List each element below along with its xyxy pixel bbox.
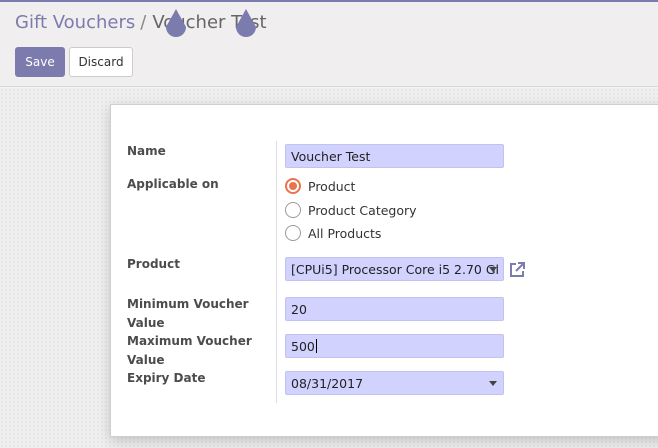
breadcrumb: Gift Vouchers / Voucher Test [15,12,267,33]
radio-product-category[interactable]: Product Category [285,201,417,219]
form-sheet: Name Voucher Test Applicable on Product … [110,104,658,437]
minimum-voucher-value-label: Minimum Voucher Value [127,297,249,330]
control-panel: Gift Vouchers / Voucher Test Save Discard [0,2,658,87]
drop-pin-icon [166,9,186,37]
radio-unchecked-icon[interactable] [285,225,301,241]
expiry-date-field[interactable]: 08/31/2017 [285,371,504,395]
form-background: Name Voucher Test Applicable on Product … [0,88,658,448]
product-label: Product [127,257,180,271]
radio-product[interactable]: Product [285,177,355,195]
label-divider [276,141,277,403]
radio-label: All Products [308,225,382,241]
radio-label: Product [308,178,356,194]
expiry-date-label: Expiry Date [127,371,206,385]
name-field[interactable]: Voucher Test [285,144,504,168]
radio-unchecked-icon[interactable] [285,202,301,218]
maximum-voucher-value-field[interactable]: 500 [285,334,504,358]
breadcrumb-parent-link[interactable]: Gift Vouchers [15,12,135,33]
product-select-value: [CPUi5] Processor Core i5 2.70 Gl [291,262,500,277]
save-button[interactable]: Save [15,47,65,77]
maximum-voucher-value-text: 500 [291,339,315,354]
applicable-on-label: Applicable on [127,177,219,191]
maximum-voucher-value-label: Maximum Voucher Value [127,334,252,367]
discard-button[interactable]: Discard [69,47,133,77]
text-cursor [315,339,317,353]
radio-checked-icon[interactable] [285,178,301,194]
name-label: Name [127,144,166,158]
drop-pin-icon [236,9,256,37]
expiry-date-value: 08/31/2017 [291,376,364,391]
radio-label: Product Category [308,202,417,218]
external-link-icon[interactable] [508,261,526,279]
breadcrumb-separator: / [140,12,147,33]
minimum-voucher-value-field[interactable]: 20 [285,297,504,321]
caret-down-icon [489,267,497,272]
product-select[interactable]: [CPUi5] Processor Core i5 2.70 Gl [285,257,504,281]
radio-all-products[interactable]: All Products [285,224,381,242]
caret-down-icon [489,381,497,386]
